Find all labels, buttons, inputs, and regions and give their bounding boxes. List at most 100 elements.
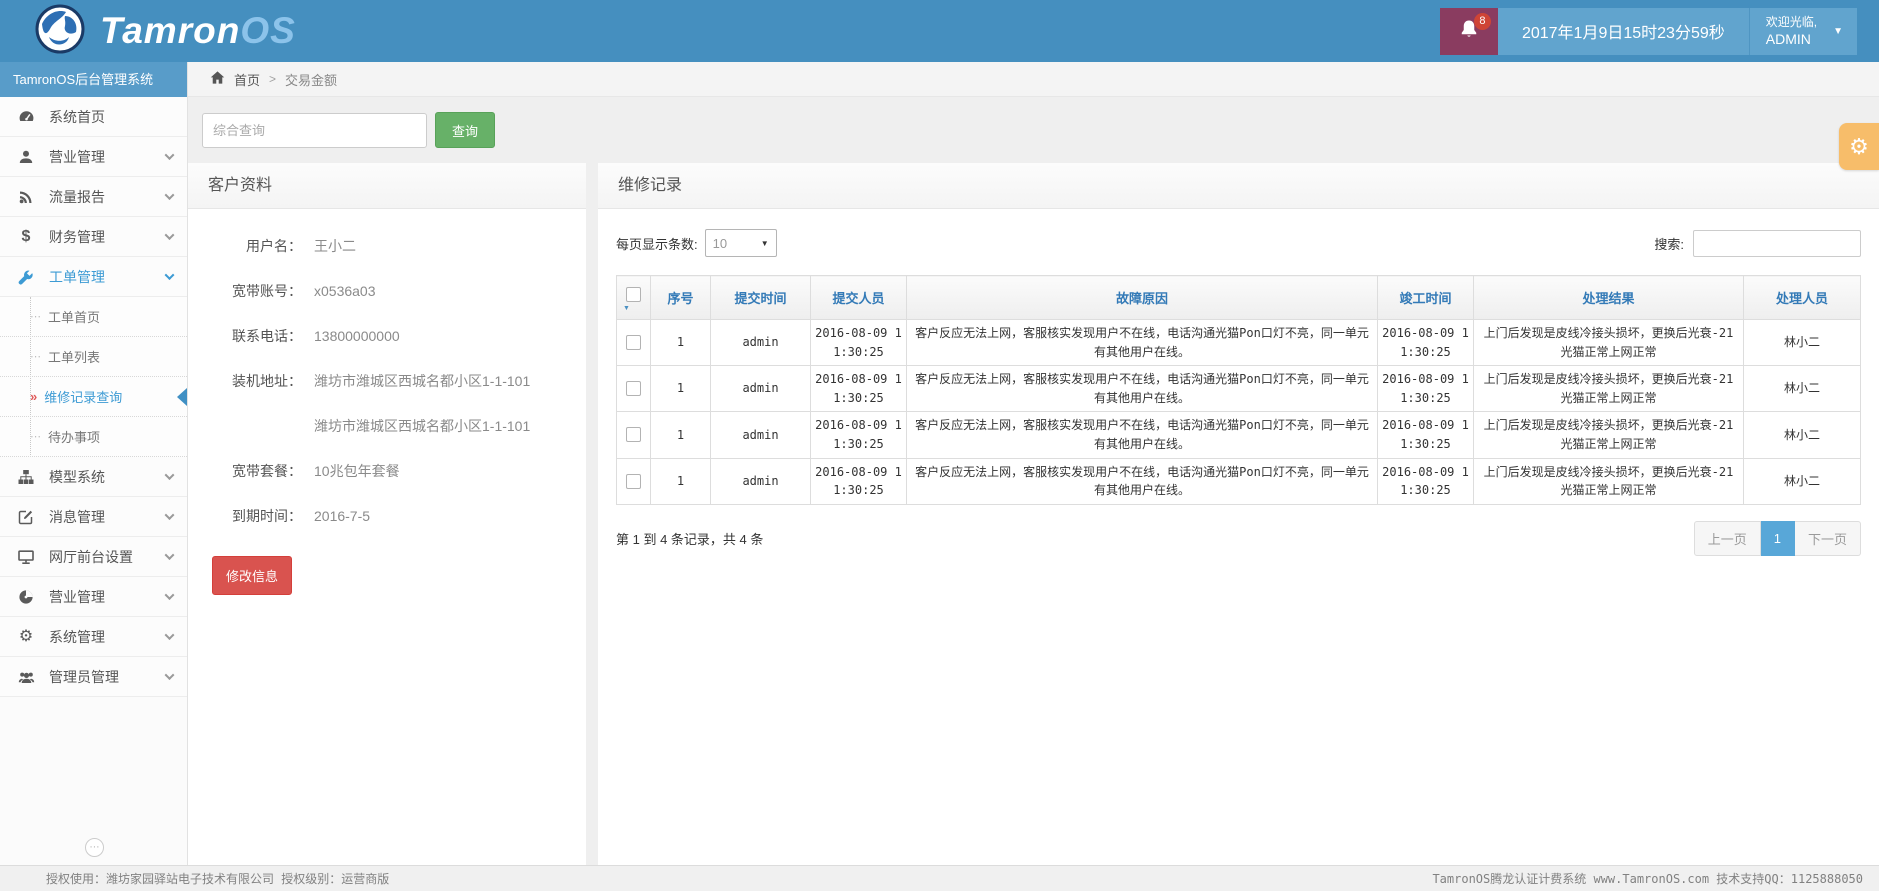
field-label: 装机地址： bbox=[206, 372, 302, 390]
sidebar-subitem-label: 工单首页 bbox=[48, 307, 100, 326]
sidebar-subitem-todo-items[interactable]: ⋯ 待办事项 bbox=[0, 417, 187, 457]
topbar-right: 8 2017年1月9日15时23分59秒 欢迎光临, ADMIN ▼ bbox=[1440, 8, 1857, 55]
select-all-checkbox[interactable] bbox=[626, 287, 641, 302]
field-value: 10兆包年套餐 bbox=[314, 462, 400, 480]
row-checkbox[interactable] bbox=[626, 474, 641, 489]
sidebar-title: TamronOS后台管理系统 bbox=[0, 62, 187, 97]
cell-handler: 林小二 bbox=[1744, 320, 1861, 366]
table-header-row: ▼ 序号提交时间提交人员故障原因竣工时间处理结果处理人员 bbox=[617, 276, 1861, 320]
search-input[interactable] bbox=[202, 113, 427, 148]
column-header-finish-time[interactable]: 竣工时间 bbox=[1378, 276, 1474, 320]
cell-result: 上门后发现是皮线冷接头损坏，更换后光衰-21光猫正常上网正常 bbox=[1474, 320, 1744, 366]
header-checkbox-caret-icon[interactable]: ▼ bbox=[621, 305, 646, 312]
customer-panel: 客户资料 用户名：王小二宽带账号：x0536a03联系电话：1380000000… bbox=[188, 163, 586, 865]
field-value: 潍坊市潍城区西城名都小区1-1-101 bbox=[314, 417, 530, 435]
tree-dots-icon: ⋯ bbox=[30, 430, 41, 443]
query-button[interactable]: 查询 bbox=[435, 112, 495, 148]
sidebar-subitem-work-order-list[interactable]: ⋯工单列表 bbox=[0, 337, 187, 377]
column-header-submit-person[interactable]: 提交人员 bbox=[811, 276, 907, 320]
column-header-fault-reason[interactable]: 故障原因 bbox=[907, 276, 1378, 320]
notifications-button[interactable]: 8 bbox=[1440, 8, 1498, 55]
sidebar-item-label: 网厅前台设置 bbox=[49, 547, 133, 567]
cell-seq: 1 bbox=[651, 412, 711, 458]
user-menu[interactable]: 欢迎光临, ADMIN ▼ bbox=[1749, 8, 1857, 55]
row-checkbox[interactable] bbox=[626, 335, 641, 350]
chevron-down-icon bbox=[165, 470, 175, 480]
table-search-label: 搜索: bbox=[1654, 234, 1684, 253]
sidebar-item-business-mgmt-2[interactable]: 营业管理 bbox=[0, 577, 187, 617]
breadcrumb-separator: > bbox=[269, 72, 276, 86]
field-value: 13800000000 bbox=[314, 327, 400, 345]
repair-records-table: ▼ 序号提交时间提交人员故障原因竣工时间处理结果处理人员 1admin 2016-0… bbox=[616, 275, 1861, 505]
global-search-bar: 查询 bbox=[188, 97, 1879, 163]
customer-body: 用户名：王小二宽带账号：x0536a03联系电话：13800000000装机地址… bbox=[188, 209, 586, 623]
sidebar-item-model-system[interactable]: 模型系统 bbox=[0, 457, 187, 497]
breadcrumb-home[interactable]: 首页 bbox=[234, 70, 260, 89]
select-caret-icon: ▼ bbox=[761, 239, 769, 248]
cell-handler: 林小二 bbox=[1744, 458, 1861, 504]
brand-logo[interactable]: TamronOS bbox=[0, 3, 296, 60]
customer-field-row: 到期时间：2016-7-5 bbox=[206, 507, 568, 525]
records-panel-title: 维修记录 bbox=[598, 163, 1879, 209]
sidebar-item-label: 工单管理 bbox=[49, 267, 105, 287]
chevron-down-icon bbox=[165, 270, 175, 280]
row-select-cell bbox=[617, 366, 651, 412]
column-header-result[interactable]: 处理结果 bbox=[1474, 276, 1744, 320]
table-search-input[interactable] bbox=[1693, 230, 1861, 257]
row-checkbox[interactable] bbox=[626, 381, 641, 396]
table-search: 搜索: bbox=[1654, 230, 1861, 257]
cell-result: 上门后发现是皮线冷接头损坏，更换后光衰-21光猫正常上网正常 bbox=[1474, 458, 1744, 504]
user-icon bbox=[16, 149, 36, 165]
sidebar-item-traffic-report[interactable]: 流量报告 bbox=[0, 177, 187, 217]
notification-badge: 8 bbox=[1474, 13, 1491, 30]
sidebar-subitem-repair-record-query[interactable]: »维修记录查询 bbox=[0, 377, 187, 417]
column-header-handler[interactable]: 处理人员 bbox=[1744, 276, 1861, 320]
customer-fields: 用户名：王小二宽带账号：x0536a03联系电话：13800000000装机地址… bbox=[206, 237, 568, 525]
settings-gear-button[interactable]: ⚙ bbox=[1839, 123, 1879, 170]
row-checkbox[interactable] bbox=[626, 427, 641, 442]
column-header-submit-time[interactable]: 提交时间 bbox=[711, 276, 811, 320]
chevron-down-icon bbox=[165, 190, 175, 200]
next-page-button[interactable]: 下一页 bbox=[1795, 521, 1861, 556]
sidebar-item-system-home[interactable]: 系统首页 bbox=[0, 97, 187, 137]
per-page-value: 10 bbox=[713, 236, 727, 251]
per-page-select[interactable]: 10 ▼ bbox=[705, 229, 777, 257]
sidebar-item-message-mgmt[interactable]: 消息管理 bbox=[0, 497, 187, 537]
cell-submit-time: admin bbox=[711, 366, 811, 412]
sidebar-item-admin-mgmt[interactable]: 管理员管理 bbox=[0, 657, 187, 697]
customer-field-row: 潍坊市潍城区西城名都小区1-1-101 bbox=[206, 417, 568, 435]
column-header-seq[interactable]: 序号 bbox=[651, 276, 711, 320]
sitemap-icon bbox=[16, 469, 36, 485]
sidebar-item-business-mgmt[interactable]: 营业管理 bbox=[0, 137, 187, 177]
chevron-down-icon: ▼ bbox=[1833, 26, 1843, 37]
cell-result: 上门后发现是皮线冷接头损坏，更换后光衰-21光猫正常上网正常 bbox=[1474, 412, 1744, 458]
sidebar-item-label: 管理员管理 bbox=[49, 667, 119, 687]
repair-records-panel: 维修记录 每页显示条数: 10 ▼ 搜索: bbox=[598, 163, 1879, 865]
cell-handler: 林小二 bbox=[1744, 366, 1861, 412]
sidebar-subitem-label: 待办事项 bbox=[48, 427, 100, 446]
sidebar-subitem-work-order-home[interactable]: ⋯工单首页 bbox=[0, 297, 187, 337]
welcome-text: 欢迎光临, ADMIN bbox=[1766, 14, 1817, 48]
wrench-icon bbox=[16, 269, 36, 285]
sidebar-item-label: 流量报告 bbox=[49, 187, 105, 207]
sidebar-item-label: 系统首页 bbox=[49, 107, 105, 127]
sidebar-subitem-label: 工单列表 bbox=[48, 347, 100, 366]
logo-globe-icon bbox=[34, 3, 86, 60]
dollar-icon: $ bbox=[16, 228, 36, 246]
records-toolbar: 每页显示条数: 10 ▼ 搜索: bbox=[616, 229, 1861, 257]
customer-field-row: 装机地址：潍坊市潍城区西城名都小区1-1-101 bbox=[206, 372, 568, 390]
select-all-header-cell: ▼ bbox=[617, 276, 651, 320]
customer-panel-title: 客户资料 bbox=[188, 163, 586, 209]
sidebar-item-finance-mgmt[interactable]: $财务管理 bbox=[0, 217, 187, 257]
cell-finish-time: 2016-08-09 11:30:25 bbox=[1378, 412, 1474, 458]
sidebar-item-portal-settings[interactable]: 网厅前台设置 bbox=[0, 537, 187, 577]
prev-page-button[interactable]: 上一页 bbox=[1694, 521, 1761, 556]
sidebar-collapse-toggle[interactable]: ⋯ bbox=[85, 838, 104, 857]
sidebar-item-label: 营业管理 bbox=[49, 587, 105, 607]
sidebar-item-work-order-mgmt[interactable]: 工单管理 bbox=[0, 257, 187, 297]
page-1-button[interactable]: 1 bbox=[1761, 521, 1795, 556]
sidebar-item-system-mgmt[interactable]: ⚙系统管理 bbox=[0, 617, 187, 657]
cell-submit-time: admin bbox=[711, 412, 811, 458]
gauge-icon bbox=[16, 108, 36, 125]
edit-info-button[interactable]: 修改信息 bbox=[212, 556, 292, 595]
